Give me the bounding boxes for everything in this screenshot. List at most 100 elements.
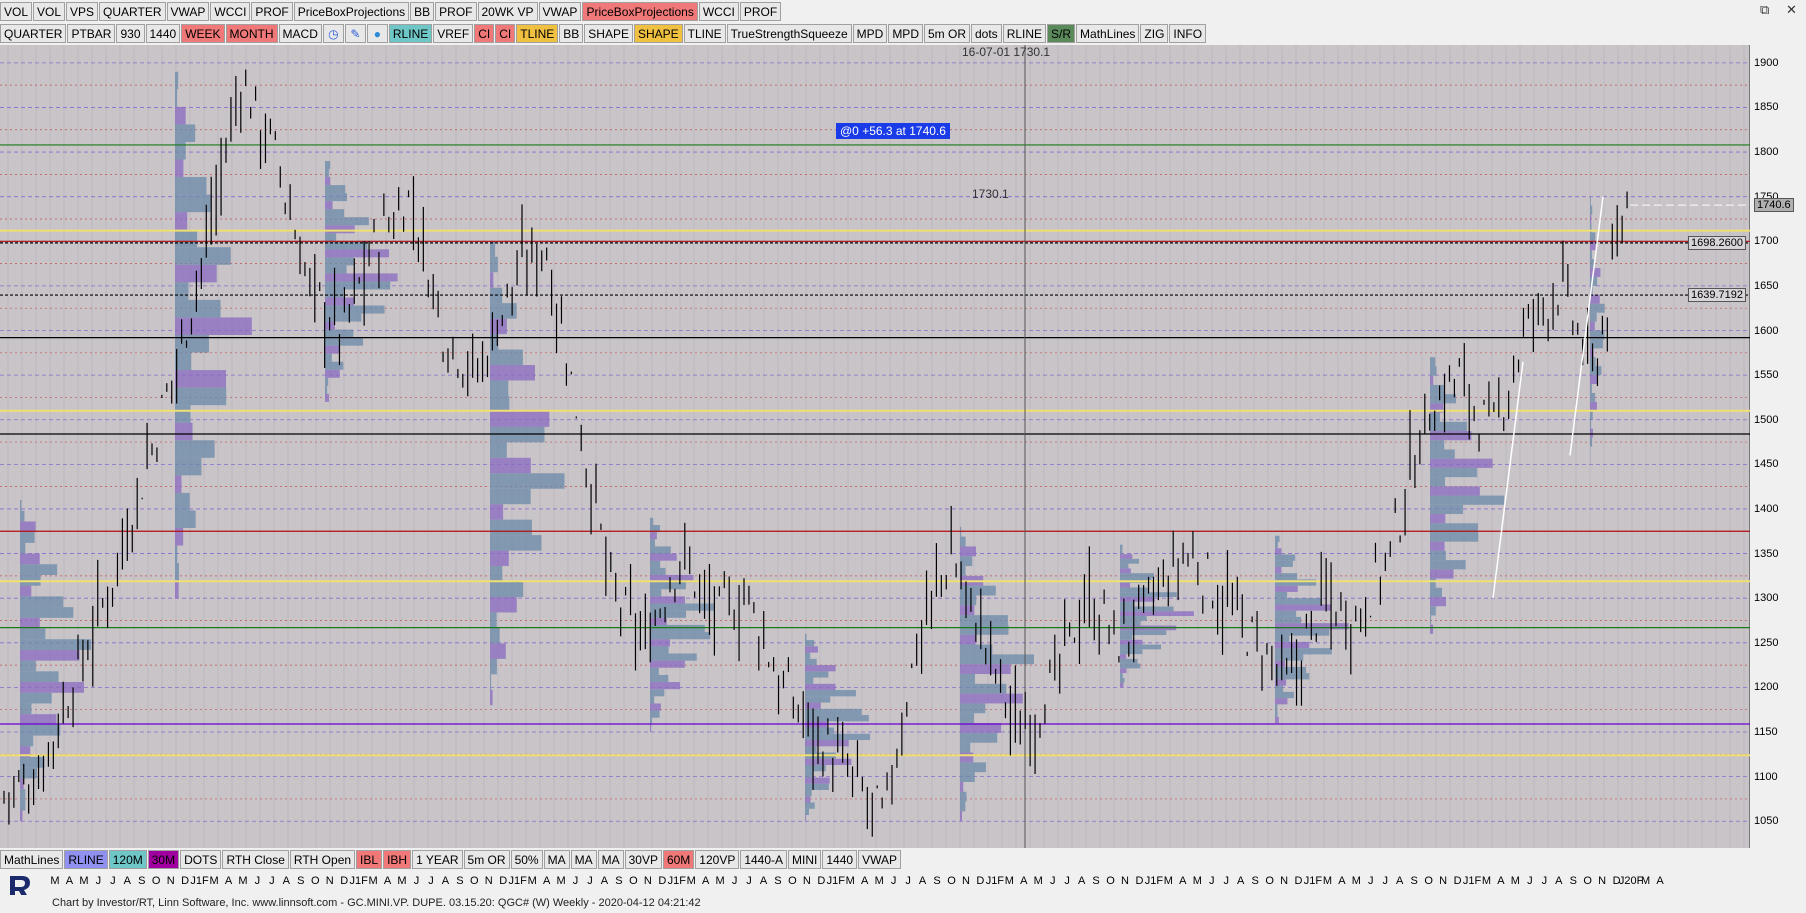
second-button-1[interactable]: PTBAR [67,24,116,43]
second-button-23[interactable]: dots [971,24,1002,43]
restore-window-icon[interactable]: ⧉ [1760,2,1769,18]
second-button-10[interactable]: RLINE [388,24,433,43]
second-button-27[interactable]: ZIG [1140,24,1169,43]
time-axis-label: O [1265,875,1274,887]
volume-profile-bar [805,814,806,822]
bottom-button-15[interactable]: 30VP [624,850,662,869]
top-button-12[interactable]: PriceBoxProjections [582,2,698,21]
second-button-16[interactable]: SHAPE [584,24,633,43]
top-button-13[interactable]: WCCI [698,2,739,21]
volume-profile-bar [175,299,221,318]
bottom-button-2[interactable]: 120M [108,850,147,869]
volume-profile-bar [960,664,1011,675]
volume-profile-bar [1590,366,1602,376]
time-axis-label: S [774,875,782,887]
volume-profile-bar [650,632,711,640]
time-axis[interactable]: M A M J J A S O N D J1F M A M J J A S O N D J1F M A M J J A S O N D J1F M… [0,871,1750,895]
top-button-6[interactable]: PROF [251,2,293,21]
second-button-11[interactable]: VREF [433,24,474,43]
bottom-button-18[interactable]: 1440-A [740,850,788,869]
top-button-1[interactable]: VOL [33,2,66,21]
volume-profile-bar [805,777,830,784]
bottom-button-7[interactable]: IBL [356,850,383,869]
bottom-button-14[interactable]: MA [597,850,624,869]
volume-profile-bar [1430,624,1434,634]
close-window-icon[interactable]: ✕ [1786,2,1797,18]
time-axis-label: O [310,875,320,887]
bottom-button-6[interactable]: RTH Open [289,850,356,869]
second-button-3[interactable]: 1440 [145,24,181,43]
volume-profile-bar [490,612,497,628]
top-button-10[interactable]: 20WK VP [477,2,538,21]
droplet-icon[interactable]: ● [366,24,388,43]
top-button-7[interactable]: PriceBoxProjections [293,2,410,21]
second-button-21[interactable]: MPD [888,24,923,43]
second-button-26[interactable]: MathLines [1076,24,1140,43]
time-axis-label: A [1020,875,1028,887]
volume-profile-bar [1430,384,1445,395]
volume-profile-bar [1430,514,1446,524]
volume-profile-bar [1430,477,1446,487]
bottom-button-21[interactable]: VWAP [858,850,901,869]
top-button-14[interactable]: PROF [739,2,782,21]
second-button-18[interactable]: TLINE [683,24,726,43]
volume-profile-bar [1430,578,1436,588]
volume-profile-bar [175,405,191,423]
volume-profile-bar [650,589,662,597]
volume-profile-bar [960,634,976,645]
bottom-button-0[interactable]: MathLines [0,850,64,869]
bottom-button-1[interactable]: RLINE [64,850,108,869]
second-button-13[interactable]: CI [495,24,516,43]
second-button-25[interactable]: S/R [1047,24,1076,43]
second-button-15[interactable]: BB [559,24,584,43]
second-button-22[interactable]: 5m OR [923,24,970,43]
footer-bar: Chart by Investor/RT, Linn Software, Inc… [0,895,1806,913]
volume-profile-bar [490,380,509,396]
bottom-button-13[interactable]: MA [570,850,597,869]
time-axis-label: S [1410,875,1418,887]
bottom-button-11[interactable]: 50% [510,850,543,869]
bottom-button-9[interactable]: 1 YEAR [412,850,463,869]
volume-profile-bar [1275,610,1297,617]
second-button-14[interactable]: TLINE [516,24,559,43]
pencil-icon[interactable]: ✎ [344,24,366,43]
price-chart[interactable]: 16-07-01 1730.1 1730.1 @0 +56.3 at 1740.… [0,45,1750,848]
second-button-2[interactable]: 930 [116,24,145,43]
price-axis[interactable]: 1900 1850 1800 1750 1700 1650 1600 1550 1500 1450… [1750,45,1806,848]
second-button-4[interactable]: WEEK [181,24,225,43]
second-button-19[interactable]: TrueStrengthSqueeze [726,24,852,43]
bottom-button-10[interactable]: 5m OR [463,850,510,869]
second-button-28[interactable]: INFO [1169,24,1207,43]
bottom-button-16[interactable]: 60M [662,850,695,869]
time-axis-label: D [817,875,826,887]
top-button-9[interactable]: PROF [435,2,477,21]
bottom-button-8[interactable]: IBH [383,850,412,869]
clock-icon[interactable]: ◷ [322,24,344,43]
top-button-11[interactable]: VWAP [538,2,582,21]
bottom-button-20[interactable]: 1440 [822,850,858,869]
second-button-6[interactable]: MACD [278,24,322,43]
top-button-3[interactable]: QUARTER [99,2,166,21]
top-button-2[interactable]: VPS [66,2,99,21]
top-button-8[interactable]: BB [410,2,435,21]
second-button-12[interactable]: CI [474,24,495,43]
second-button-24[interactable]: RLINE [1002,24,1047,43]
bottom-button-5[interactable]: RTH Close [222,850,289,869]
bottom-button-19[interactable]: MINI [788,850,822,869]
second-button-0[interactable]: QUARTER [0,24,67,43]
second-button-5[interactable]: MONTH [225,24,278,43]
bottom-button-12[interactable]: MA [543,850,570,869]
volume-profile-bar [960,585,996,596]
time-axis-label: N [166,875,175,887]
second-button-17[interactable]: SHAPE [633,24,683,43]
bottom-button-3[interactable]: 30M [147,850,180,869]
top-button-5[interactable]: WCCI [210,2,251,21]
time-axis-label: A [759,875,768,887]
bottom-button-17[interactable]: 120VP [695,850,740,869]
bottom-button-4[interactable]: DOTS [180,850,222,869]
time-axis-label: J [587,875,593,887]
top-button-4[interactable]: VWAP [166,2,210,21]
volume-profile-bar [20,789,26,800]
second-button-20[interactable]: MPD [852,24,888,43]
top-button-0[interactable]: VOL [0,2,33,21]
